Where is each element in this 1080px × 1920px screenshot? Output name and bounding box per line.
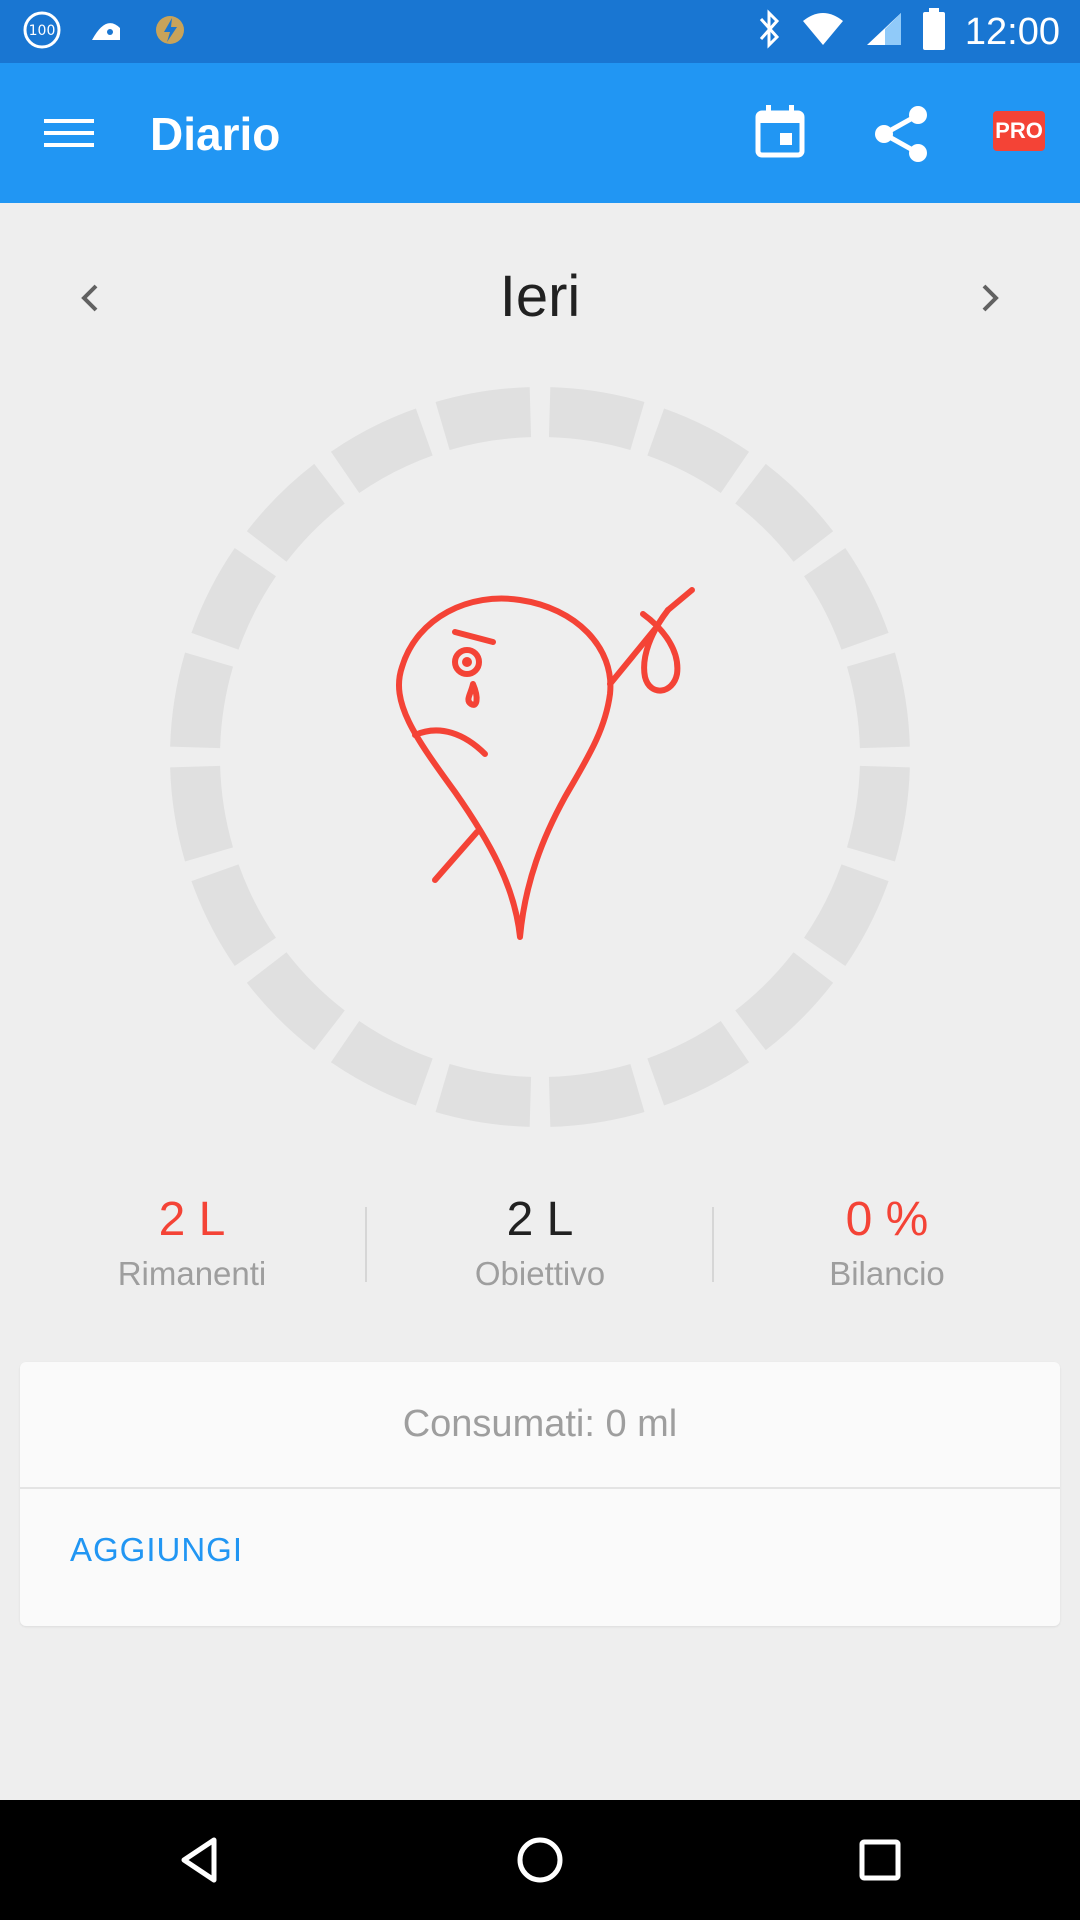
ring-segment xyxy=(734,463,834,563)
ring-segment xyxy=(170,765,234,862)
day-label: Ieri xyxy=(499,264,581,329)
ring-segment xyxy=(170,652,234,749)
ring-segment xyxy=(734,951,834,1051)
recents-icon[interactable] xyxy=(850,1830,910,1890)
ring-segment xyxy=(330,408,434,494)
bluetooth-icon xyxy=(755,7,783,56)
home-icon[interactable] xyxy=(510,1830,570,1890)
stat-value: 2 L xyxy=(158,1193,226,1246)
ring-segment xyxy=(246,463,346,563)
stat-value: 0 % xyxy=(845,1193,929,1246)
battery-100-icon: 100 xyxy=(22,10,62,55)
status-bar: 100 12:00 xyxy=(0,0,1080,63)
stat-goal: 2 L Obiettivo xyxy=(370,1190,710,1296)
stat-remaining: 2 L Rimanenti xyxy=(22,1190,362,1296)
progress-ring xyxy=(165,382,915,1132)
ring-segment xyxy=(646,1020,750,1106)
system-nav-bar xyxy=(0,1800,1080,1920)
stat-label: Bilancio xyxy=(829,1255,945,1292)
stat-value: 2 L xyxy=(506,1193,574,1246)
back-icon[interactable] xyxy=(170,1830,230,1890)
wifi-icon xyxy=(801,7,845,56)
battery-icon xyxy=(921,6,947,57)
stat-balance: 0 % Bilancio xyxy=(717,1190,1057,1296)
ring-segment xyxy=(191,547,277,651)
ring-segment xyxy=(803,863,889,967)
ring-segment xyxy=(646,408,750,494)
ring-segment xyxy=(435,1063,532,1127)
ring-segment xyxy=(548,387,645,451)
page-title: Diario xyxy=(150,108,281,160)
svg-text:100: 100 xyxy=(29,23,56,39)
share-icon[interactable] xyxy=(870,103,932,165)
ring-segment xyxy=(548,1063,645,1127)
intake-card: Consumati: 0 ml AGGIUNGI xyxy=(20,1362,1060,1626)
divider xyxy=(365,1207,367,1282)
ring-segment xyxy=(330,1020,434,1106)
pro-badge[interactable]: PRO xyxy=(993,111,1045,151)
ring-segment xyxy=(435,387,532,451)
menu-icon[interactable] xyxy=(36,105,102,161)
stats-row: 2 L Rimanenti 2 L Obiettivo 0 % Bilancio xyxy=(0,1190,1080,1310)
chevron-right-icon[interactable] xyxy=(960,268,1020,328)
add-button[interactable]: AGGIUNGI xyxy=(70,1530,243,1570)
android-debug-icon xyxy=(86,10,126,55)
clock: 12:00 xyxy=(964,10,1060,53)
app-bar: Diario PRO xyxy=(0,63,1080,203)
ring-segment xyxy=(191,863,277,967)
divider xyxy=(20,1487,1060,1489)
stat-label: Obiettivo xyxy=(474,1255,606,1292)
signal-icon xyxy=(863,7,903,56)
day-navigator: Ieri xyxy=(0,240,1080,350)
ring-segment xyxy=(246,951,346,1051)
calendar-icon[interactable] xyxy=(752,103,808,161)
ring-segment xyxy=(846,652,910,749)
tasker-icon xyxy=(150,10,190,55)
stat-label: Rimanenti xyxy=(117,1255,267,1292)
ring-segment xyxy=(846,765,910,862)
sad-drop-icon xyxy=(396,587,695,940)
consumed-summary: Consumati: 0 ml xyxy=(402,1403,678,1445)
divider xyxy=(712,1207,714,1282)
ring-segment xyxy=(803,547,889,651)
